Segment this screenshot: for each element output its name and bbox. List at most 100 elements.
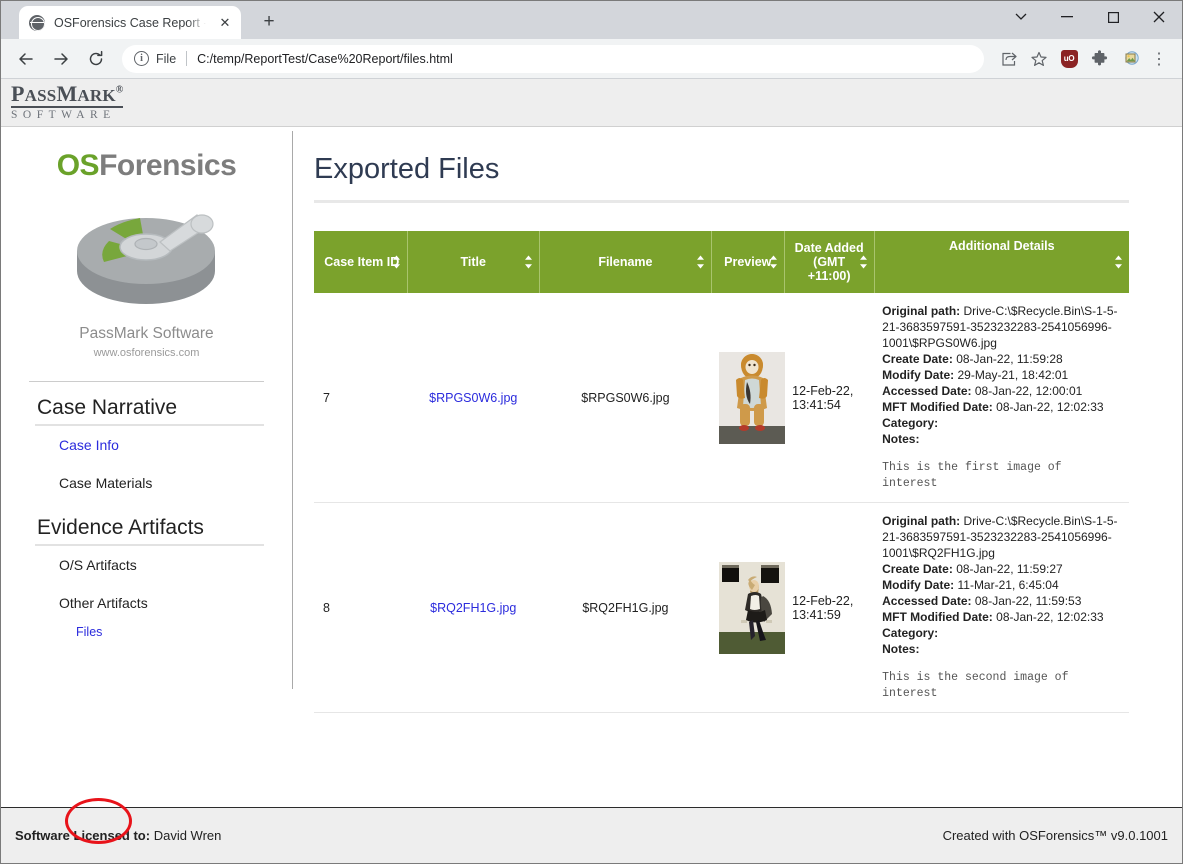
sort-arrows-icon[interactable] <box>1114 255 1123 269</box>
sort-arrows-icon[interactable] <box>392 255 401 269</box>
column-label: Case Item ID <box>324 255 400 269</box>
sidebar-heading-case-narrative: Case Narrative <box>37 396 178 419</box>
browser-tab[interactable]: OSForensics Case Report - Testing ✕ <box>19 6 241 39</box>
details-block: Original path: Drive-C:\$Recycle.Bin\S-1… <box>882 513 1121 702</box>
cell-title: $RPGS0W6.jpg <box>407 293 540 503</box>
bookmark-star-icon[interactable] <box>1026 46 1052 72</box>
detail-label: Original path: <box>882 304 961 318</box>
logo-os-text: OS <box>56 149 100 182</box>
cell-additional-details: Original path: Drive-C:\$Recycle.Bin\S-1… <box>874 502 1129 713</box>
cell-date-added: 12-Feb-22, 13:41:54 <box>784 293 875 503</box>
thumbnail-image[interactable] <box>719 561 786 654</box>
scheme-label: File <box>156 51 177 66</box>
ublock-origin-icon[interactable]: uO <box>1056 46 1082 72</box>
sort-arrows-icon[interactable] <box>769 255 778 269</box>
new-tab-button[interactable]: + <box>255 8 283 36</box>
table-row: 8 $RQ2FH1G.jpg $RQ2FH1G.jpg 12-Feb-22, 1… <box>314 502 1129 713</box>
detail-label: Notes: <box>882 432 920 446</box>
column-header-case-item-id[interactable]: Case Item ID <box>314 231 408 293</box>
minimize-icon[interactable] <box>1044 1 1090 33</box>
detail-label: Modify Date: <box>882 368 955 382</box>
file-link[interactable]: $RQ2FH1G.jpg <box>430 601 516 615</box>
main-content: Exported Files Case Item ID Title Filena… <box>292 127 1182 807</box>
column-label: Preview <box>724 255 772 269</box>
cell-title: $RQ2FH1G.jpg <box>407 502 540 713</box>
detail-value: 11-Mar-21, 6:45:04 <box>957 578 1059 592</box>
passmark-software-label: SOFTWARE <box>11 109 116 122</box>
column-header-filename[interactable]: Filename <box>539 231 712 293</box>
detail-label: Modify Date: <box>882 578 955 592</box>
table-body: 7 $RPGS0W6.jpg $RPGS0W6.jpg 12-Feb-22, 1… <box>314 293 1129 713</box>
column-label: Additional Details <box>949 239 1055 253</box>
column-header-date-added[interactable]: Date Added (GMT +11:00) <box>784 231 875 293</box>
passmark-header: PASSMARK® SOFTWARE <box>1 79 1182 127</box>
sidebar-item-case-materials[interactable]: Case Materials <box>19 464 274 502</box>
detail-value: 08-Jan-22, 12:00:01 <box>974 384 1083 398</box>
detail-label: Create Date: <box>882 562 953 576</box>
file-link[interactable]: $RPGS0W6.jpg <box>429 391 517 405</box>
browser-toolbar: i File C:/temp/ReportTest/Case%20Report/… <box>1 39 1182 79</box>
passmark-logo: PASSMARK® SOFTWARE <box>11 81 124 122</box>
reload-icon[interactable] <box>81 44 111 74</box>
sort-arrows-icon[interactable] <box>696 255 705 269</box>
detail-category: Category: <box>882 415 1121 431</box>
detail-value: 08-Jan-22, 11:59:53 <box>974 594 1082 608</box>
tab-title: OSForensics Case Report - Testing <box>54 15 206 30</box>
close-window-icon[interactable] <box>1136 1 1182 33</box>
detail-value: 08-Jan-22, 11:59:27 <box>956 562 1063 576</box>
detail-value: 08-Jan-22, 12:02:33 <box>996 610 1104 624</box>
column-label: Date Added (GMT +11:00) <box>794 241 864 283</box>
address-bar[interactable]: i File C:/temp/ReportTest/Case%20Report/… <box>122 44 984 73</box>
license-info: Software Licensed to: David Wren <box>15 828 221 843</box>
window-controls <box>998 1 1182 39</box>
thumbnail-image[interactable] <box>719 351 786 444</box>
company-name: PassMark Software <box>79 325 214 342</box>
column-header-additional-details[interactable]: Additional Details <box>874 231 1129 293</box>
share-icon[interactable] <box>996 46 1022 72</box>
detail-mft-modified: MFT Modified Date: 08-Jan-22, 12:02:33 <box>882 399 1121 415</box>
created-with-label: Created with OSForensics™ v9.0.1001 <box>942 828 1168 843</box>
detail-label: Notes: <box>882 642 920 656</box>
page-content: PASSMARK® SOFTWARE OSForensics PassMark … <box>1 79 1182 863</box>
sidebar-item-case-info[interactable]: Case Info <box>19 426 274 464</box>
sort-arrows-icon[interactable] <box>524 255 533 269</box>
cell-filename: $RQ2FH1G.jpg <box>539 502 712 713</box>
column-header-preview[interactable]: Preview <box>711 231 785 293</box>
cell-additional-details: Original path: Drive-C:\$Recycle.Bin\S-1… <box>874 293 1129 503</box>
column-label: Title <box>460 255 486 269</box>
site-info-icon[interactable]: i <box>134 51 149 66</box>
brand-ass: ASS <box>24 86 57 106</box>
table-header: Case Item ID Title Filename Preview Date… <box>314 231 1129 293</box>
maximize-icon[interactable] <box>1090 1 1136 33</box>
extensions-puzzle-icon[interactable] <box>1086 46 1112 72</box>
detail-value: 08-Jan-22, 12:02:33 <box>996 400 1104 414</box>
sort-arrows-icon[interactable] <box>859 255 868 269</box>
exported-files-table: Case Item ID Title Filename Preview Date… <box>314 231 1129 713</box>
browser-window: OSForensics Case Report - Testing ✕ + <box>0 0 1183 864</box>
sidebar-item-os-artifacts[interactable]: O/S Artifacts <box>19 546 274 584</box>
globe-icon <box>29 14 45 31</box>
sidebar-item-files[interactable]: Files <box>19 622 274 642</box>
cell-preview <box>711 293 786 503</box>
forward-icon[interactable] <box>46 44 76 74</box>
detail-original-path: Original path: Drive-C:\$Recycle.Bin\S-1… <box>882 513 1121 561</box>
sidebar-heading-evidence-artifacts: Evidence Artifacts <box>37 516 204 539</box>
sidebar-link-files[interactable]: Files <box>76 625 102 639</box>
close-tab-icon[interactable]: ✕ <box>216 14 234 32</box>
back-icon[interactable] <box>11 44 41 74</box>
detail-value: 08-Jan-22, 11:59:28 <box>956 352 1063 366</box>
detail-label: Accessed Date: <box>882 384 972 398</box>
tab-search-dropdown-icon[interactable] <box>998 1 1044 33</box>
detail-label: Original path: <box>882 514 961 528</box>
sidebar-item-other-artifacts[interactable]: Other Artifacts <box>19 584 274 622</box>
column-header-title[interactable]: Title <box>407 231 540 293</box>
chrome-menu-icon[interactable]: ⋮ <box>1146 46 1172 72</box>
table-row: 7 $RPGS0W6.jpg $RPGS0W6.jpg 12-Feb-22, 1… <box>314 293 1129 503</box>
picture-viewer-extension-icon[interactable] <box>1116 46 1142 72</box>
brand-p: P <box>11 81 25 107</box>
license-label: Software Licensed to: <box>15 828 151 843</box>
detail-category: Category: <box>882 625 1121 641</box>
sidebar-link-case-info[interactable]: Case Info <box>59 437 119 453</box>
omnibox-divider <box>186 51 188 66</box>
sidebar-content-divider <box>292 131 293 689</box>
